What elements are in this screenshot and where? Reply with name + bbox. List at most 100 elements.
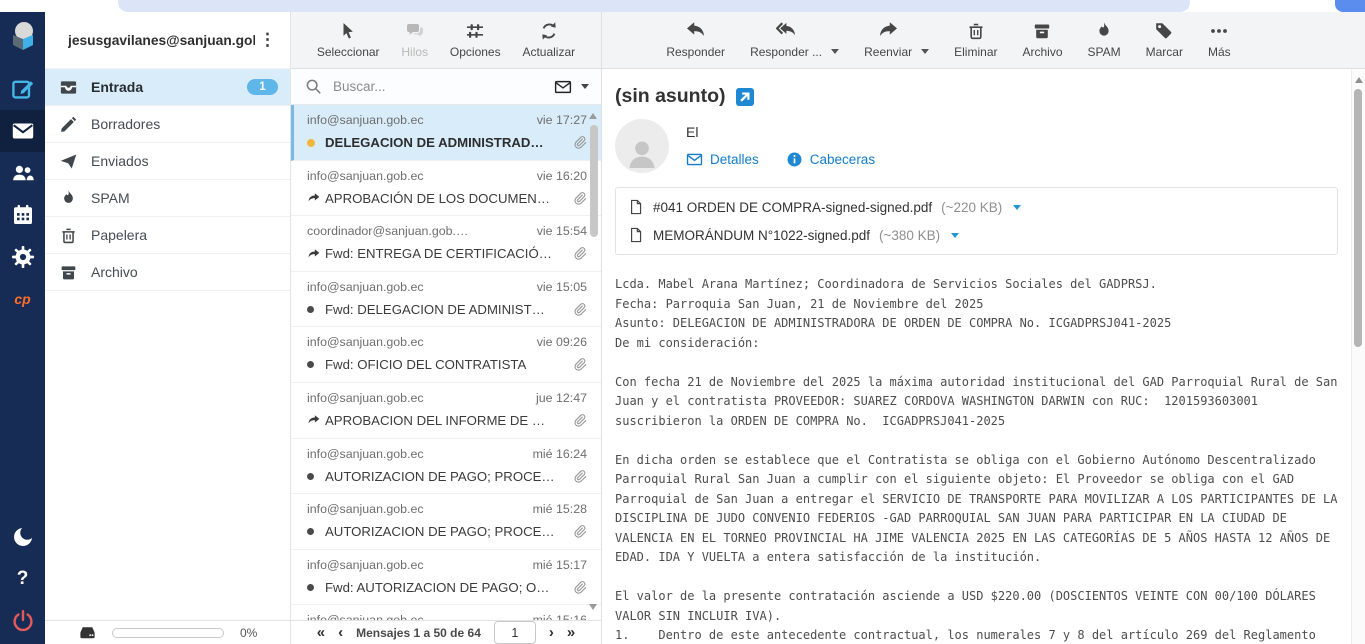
help-icon: ? bbox=[17, 568, 29, 590]
list-item[interactable]: info@sanjuan.gob.ecvie 15:05 Fwd: DELEGA… bbox=[291, 272, 601, 328]
calendar-nav-button[interactable] bbox=[0, 194, 45, 236]
last-page-button[interactable]: » bbox=[567, 625, 575, 640]
info-icon bbox=[786, 151, 803, 168]
first-page-button[interactable]: « bbox=[317, 625, 325, 640]
message-rows: info@sanjuan.gob.ec vie 17:27 DELEGACION … bbox=[291, 105, 601, 620]
more-button[interactable]: Más bbox=[1208, 21, 1231, 59]
unread-dot-icon bbox=[307, 473, 325, 480]
reader-scrollbar-thumb[interactable] bbox=[1354, 89, 1362, 347]
threads-button[interactable]: Hilos bbox=[401, 21, 428, 59]
forwarded-icon bbox=[307, 247, 325, 261]
attachment-icon bbox=[572, 302, 587, 317]
search-scope-mail-icon[interactable] bbox=[554, 78, 572, 96]
sidebar-item-drafts[interactable]: Borradores bbox=[45, 106, 290, 143]
attachment-menu-chevron-down-icon[interactable] bbox=[951, 233, 959, 238]
archive-box-icon bbox=[59, 263, 78, 282]
message-sender: info@sanjuan.gob.ec bbox=[307, 169, 424, 184]
list-toolbar: Seleccionar Hilos Opciones Actualizar bbox=[291, 12, 601, 69]
headers-link[interactable]: Cabeceras bbox=[786, 151, 875, 168]
inbox-icon bbox=[59, 78, 78, 97]
open-in-new-window-icon[interactable] bbox=[736, 88, 754, 106]
scroll-up-icon[interactable] bbox=[589, 113, 597, 119]
sidebar-item-archive[interactable]: Archivo bbox=[45, 254, 290, 291]
folder-label: Papelera bbox=[91, 227, 147, 243]
sidebar-item-trash[interactable]: Papelera bbox=[45, 217, 290, 254]
webmail-app: cp ? jesusgavilanes@sanjuan.gob.ec ⋮ Ent… bbox=[0, 12, 1365, 644]
spam-button[interactable]: SPAM bbox=[1088, 21, 1121, 59]
list-item[interactable]: coordinador@sanjuan.gob.…vie 15:54 Fwd: … bbox=[291, 216, 601, 272]
folder-label: Archivo bbox=[91, 264, 138, 280]
list-item[interactable]: info@sanjuan.gob.ecmié 16:24 AUTORIZACIO… bbox=[291, 439, 601, 495]
search-options-chevron-down-icon[interactable] bbox=[581, 84, 589, 89]
message-time: vie 17:27 bbox=[537, 113, 587, 128]
sidebar-item-spam[interactable]: SPAM bbox=[45, 180, 290, 217]
list-item[interactable]: info@sanjuan.gob.ecvie 17:27 DELEGACION … bbox=[291, 105, 601, 161]
attachment-menu-chevron-down-icon[interactable] bbox=[1013, 205, 1021, 210]
message-time: mié 15:28 bbox=[533, 502, 587, 517]
list-item[interactable]: info@sanjuan.gob.ecvie 16:20 APROBACIÓN … bbox=[291, 161, 601, 217]
attachment-icon bbox=[572, 524, 587, 539]
message-sender: info@sanjuan.gob.ec bbox=[307, 391, 424, 406]
quota-progress-bar bbox=[112, 628, 224, 638]
forward-button[interactable]: Reenviar bbox=[864, 21, 912, 59]
contacts-nav-button[interactable] bbox=[0, 152, 45, 194]
forward-arrow-icon bbox=[878, 21, 898, 41]
list-item[interactable]: info@sanjuan.gob.ecmié 15:17 Fwd: AUTORI… bbox=[291, 550, 601, 606]
forward-chevron-down-icon[interactable] bbox=[921, 49, 929, 54]
sender-name: El bbox=[686, 124, 875, 140]
select-button[interactable]: Seleccionar bbox=[317, 21, 380, 59]
list-item[interactable]: info@sanjuan.gob.ec mié 15:16 bbox=[291, 605, 601, 620]
refresh-label: Actualizar bbox=[522, 45, 575, 59]
unread-dot-icon bbox=[307, 306, 325, 313]
message-list-panel: Seleccionar Hilos Opciones Actualizar bbox=[291, 12, 602, 644]
help-button[interactable]: ? bbox=[0, 558, 45, 600]
list-scrollbar-thumb[interactable] bbox=[590, 125, 598, 237]
logout-button[interactable] bbox=[0, 600, 45, 642]
scroll-down-icon[interactable] bbox=[589, 604, 597, 610]
sidebar-item-inbox[interactable]: Entrada 1 bbox=[45, 69, 290, 106]
search-input[interactable] bbox=[331, 78, 545, 95]
settings-nav-button[interactable] bbox=[0, 236, 45, 278]
list-item[interactable]: info@sanjuan.gob.ecvie 09:26 Fwd: OFICIO… bbox=[291, 327, 601, 383]
delete-button[interactable]: Eliminar bbox=[954, 21, 997, 59]
sidebar-item-sent[interactable]: Enviados bbox=[45, 143, 290, 180]
account-email: jesusgavilanes@sanjuan.gob.ec bbox=[68, 33, 255, 48]
message-sender: info@sanjuan.gob.ec bbox=[307, 613, 424, 620]
message-body: Lcda. Mabel Arana Martínez; Coordinadora… bbox=[615, 275, 1351, 644]
message-subject: DELEGACION DE ADMINISTRAD… bbox=[325, 135, 566, 150]
attachment-icon bbox=[572, 413, 587, 428]
headers-label: Cabeceras bbox=[810, 152, 875, 167]
account-menu-icon[interactable]: ⋮ bbox=[255, 30, 280, 50]
list-item[interactable]: info@sanjuan.gob.ecjue 12:47 APROBACION … bbox=[291, 383, 601, 439]
dark-mode-button[interactable] bbox=[0, 516, 45, 558]
reply-all-chevron-down-icon[interactable] bbox=[831, 49, 839, 54]
reader-scrollbar[interactable] bbox=[1351, 69, 1365, 644]
attachment-item[interactable]: #041 ORDEN DE COMPRA-signed-signed.pdf (… bbox=[628, 193, 1325, 221]
list-item[interactable]: info@sanjuan.gob.ecmié 15:28 AUTORIZACIO… bbox=[291, 494, 601, 550]
prev-page-button[interactable]: ‹ bbox=[338, 625, 343, 640]
reply-all-button[interactable]: Responder ... bbox=[750, 21, 822, 59]
options-button[interactable]: Opciones bbox=[450, 21, 501, 59]
attachment-item[interactable]: MEMORÁNDUM N°1022-signed.pdf (~380 KB) bbox=[628, 221, 1325, 249]
next-page-button[interactable]: › bbox=[549, 625, 554, 640]
message-time: mié 16:24 bbox=[533, 447, 587, 462]
compose-button[interactable] bbox=[0, 68, 45, 110]
cpanel-nav-button[interactable]: cp bbox=[0, 278, 45, 320]
nav-rail: cp ? bbox=[0, 12, 45, 644]
message-time: mié 15:16 bbox=[533, 613, 587, 620]
reply-all-icon bbox=[776, 21, 796, 41]
attachment-icon bbox=[572, 580, 587, 595]
attachment-icon bbox=[572, 469, 587, 484]
archive-button[interactable]: Archivo bbox=[1022, 21, 1062, 59]
scroll-up-icon[interactable] bbox=[1355, 77, 1363, 83]
reply-button[interactable]: Responder bbox=[666, 21, 725, 59]
browser-avatar-pill bbox=[1335, 0, 1365, 12]
mark-button[interactable]: Marcar bbox=[1146, 21, 1183, 59]
mail-nav-button[interactable] bbox=[0, 110, 45, 152]
refresh-button[interactable]: Actualizar bbox=[522, 21, 575, 59]
envelope-icon bbox=[686, 151, 703, 168]
details-link[interactable]: Detalles bbox=[686, 151, 759, 168]
page-number-input[interactable] bbox=[494, 621, 536, 644]
sliders-icon bbox=[465, 21, 485, 41]
message-subject: Fwd: AUTORIZACION DE PAGO; O… bbox=[325, 580, 566, 595]
